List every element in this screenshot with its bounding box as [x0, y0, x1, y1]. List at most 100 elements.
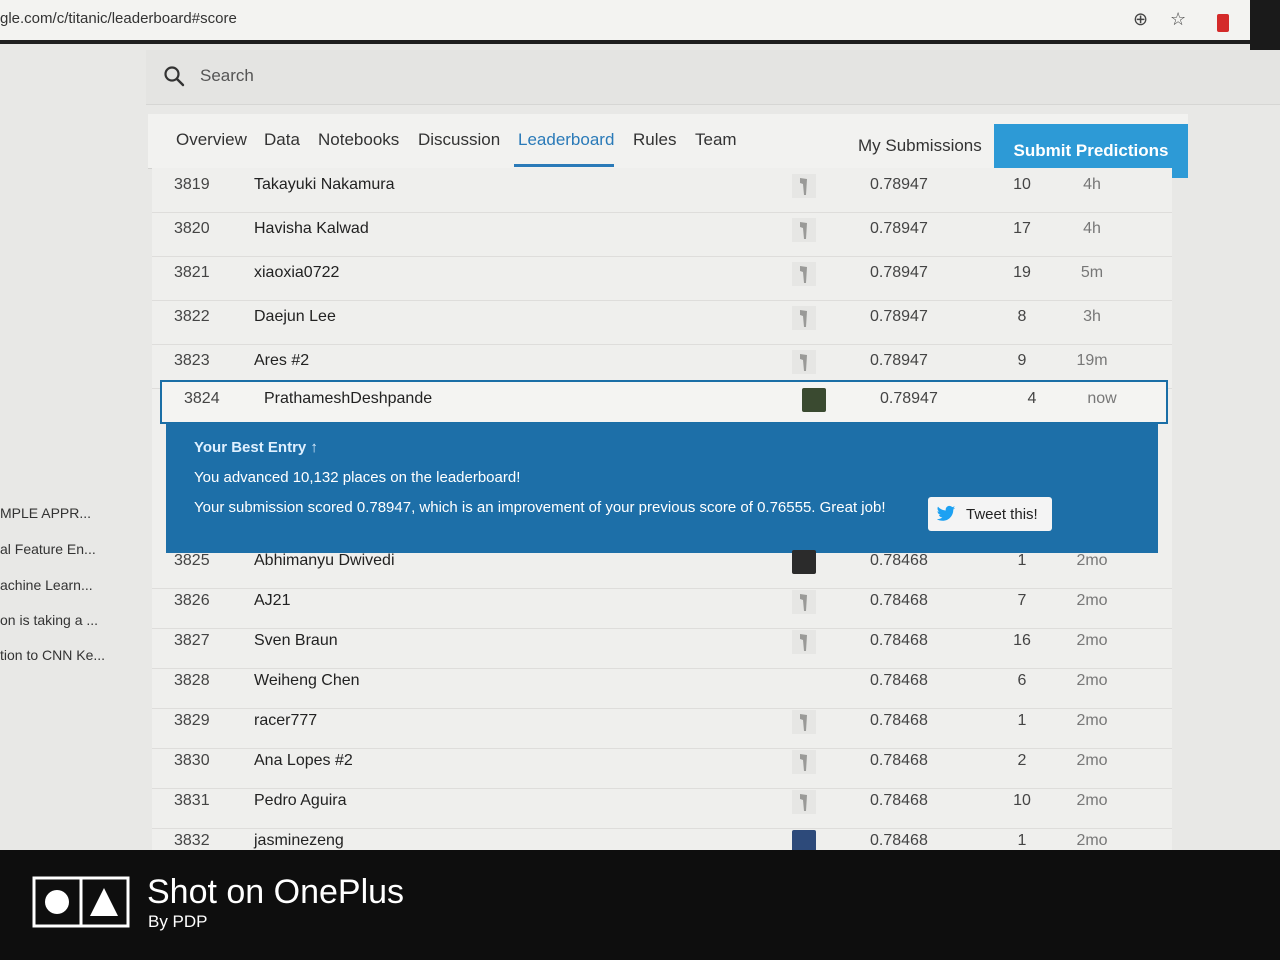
team-name[interactable]: Sven Braun — [254, 632, 338, 650]
rank: 3823 — [174, 352, 210, 369]
rank: 3824 — [184, 390, 220, 407]
rank: 3827 — [174, 632, 210, 649]
rank: 3826 — [174, 592, 210, 609]
default-avatar-icon — [792, 590, 816, 614]
score: 0.78468 — [870, 552, 928, 569]
tab-team[interactable]: Team — [695, 130, 737, 150]
default-avatar-icon — [792, 218, 816, 242]
score: 0.78947 — [870, 308, 928, 325]
score: 0.78947 — [870, 220, 928, 237]
last-submission: 2mo — [1076, 792, 1108, 809]
default-avatar-icon — [792, 710, 816, 734]
tab-discussion[interactable]: Discussion — [418, 130, 500, 150]
leaderboard-row[interactable]: 3830 Ana Lopes #2 0.78468 2 2mo — [152, 744, 1172, 789]
team-name[interactable]: xiaoxia0722 — [254, 264, 339, 282]
team-name[interactable]: racer777 — [254, 712, 317, 730]
last-submission: 19m — [1076, 352, 1108, 369]
site-search-bar[interactable]: Search — [146, 50, 1280, 105]
sidebar-notebook-item[interactable]: al Feature En... — [0, 541, 96, 557]
leaderboard-row[interactable]: 3825 Abhimanyu Dwivedi 0.78468 1 2mo — [152, 544, 1172, 589]
entries-count: 4 — [1027, 390, 1037, 407]
team-name[interactable]: Havisha Kalwad — [254, 220, 369, 238]
last-submission: now — [1087, 390, 1117, 407]
rank: 3820 — [174, 220, 210, 237]
default-avatar-icon — [792, 350, 816, 374]
rank: 3819 — [174, 176, 210, 193]
leaderboard-row[interactable]: 3828 Weiheng Chen 0.78468 6 2mo — [152, 664, 1172, 709]
rank: 3829 — [174, 712, 210, 729]
entries-count: 16 — [1013, 632, 1031, 649]
entries-count: 2 — [1017, 752, 1027, 769]
last-submission: 4h — [1083, 176, 1101, 193]
entries-count: 6 — [1017, 672, 1027, 689]
last-submission: 4h — [1083, 220, 1101, 237]
team-name[interactable]: Daejun Lee — [254, 308, 336, 326]
my-leaderboard-row[interactable]: 3824 PrathameshDeshpande 0.78947 4 now — [160, 380, 1168, 424]
sidebar-notebook-item[interactable]: tion to CNN Ke... — [0, 647, 105, 663]
last-submission: 2mo — [1076, 832, 1108, 849]
last-submission: 3h — [1083, 308, 1101, 325]
team-name[interactable]: jasminezeng — [254, 832, 344, 850]
entries-count: 9 — [1017, 352, 1027, 369]
leaderboard-row[interactable]: 3821 xiaoxia0722 0.78947 19 5m — [152, 256, 1172, 301]
search-placeholder: Search — [200, 66, 254, 85]
team-name[interactable]: Pedro Aguira — [254, 792, 347, 810]
twitter-bird-icon — [936, 505, 956, 521]
leaderboard-row[interactable]: 3826 AJ21 0.78468 7 2mo — [152, 584, 1172, 629]
search-icon — [164, 66, 185, 87]
tab-data[interactable]: Data — [264, 130, 300, 150]
score: 0.78468 — [870, 632, 928, 649]
leaderboard-row[interactable]: 3819 Takayuki Nakamura 0.78947 10 4h — [152, 168, 1172, 213]
best-entry-title: Your Best Entry ↑ — [194, 439, 318, 456]
score: 0.78947 — [870, 352, 928, 369]
competition-tabs: Overview Data Notebooks Discussion Leade… — [148, 114, 1188, 178]
tweet-button[interactable]: Tweet this! — [928, 497, 1052, 531]
entries-count: 10 — [1013, 792, 1031, 809]
tab-notebooks[interactable]: Notebooks — [318, 130, 399, 150]
score: 0.78947 — [870, 176, 928, 193]
leaderboard-row[interactable]: 3829 racer777 0.78468 1 2mo — [152, 704, 1172, 749]
browser-url-bar: gle.com/c/titanic/leaderboard#score ⊕ ☆ — [0, 0, 1280, 44]
rank: 3830 — [174, 752, 210, 769]
user-avatar[interactable] — [802, 388, 826, 412]
last-submission: 2mo — [1076, 592, 1108, 609]
advanced-message: You advanced 10,132 places on the leader… — [194, 469, 521, 486]
entries-count: 8 — [1017, 308, 1027, 325]
team-name[interactable]: Abhimanyu Dwivedi — [254, 552, 395, 570]
rank: 3821 — [174, 264, 210, 281]
sidebar-notebook-item[interactable]: MPLE APPR... — [0, 505, 91, 521]
team-name[interactable]: Ares #2 — [254, 352, 309, 370]
my-submissions-link[interactable]: My Submissions — [858, 136, 982, 156]
address-bar-url[interactable]: gle.com/c/titanic/leaderboard#score — [0, 10, 237, 27]
last-submission: 2mo — [1076, 632, 1108, 649]
sidebar-notebook-item[interactable]: on is taking a ... — [0, 612, 98, 628]
bookmark-star-icon[interactable]: ☆ — [1170, 9, 1186, 30]
score: 0.78947 — [880, 390, 938, 407]
active-tab-indicator — [514, 164, 614, 167]
team-name[interactable]: Takayuki Nakamura — [254, 176, 395, 194]
tab-rules[interactable]: Rules — [633, 130, 676, 150]
leaderboard-row[interactable]: 3831 Pedro Aguira 0.78468 10 2mo — [152, 784, 1172, 829]
entries-count: 19 — [1013, 264, 1031, 281]
default-avatar-icon — [792, 262, 816, 286]
tab-overview[interactable]: Overview — [176, 130, 247, 150]
extension-icon[interactable] — [1217, 14, 1229, 32]
user-avatar[interactable] — [792, 550, 816, 574]
leaderboard-row[interactable]: 3820 Havisha Kalwad 0.78947 17 4h — [152, 212, 1172, 257]
last-submission: 2mo — [1076, 672, 1108, 689]
watermark-title: Shot on OnePlus — [147, 873, 405, 911]
team-name[interactable]: Weiheng Chen — [254, 672, 360, 690]
default-avatar-icon — [792, 306, 816, 330]
screen-bezel — [1250, 0, 1280, 56]
tab-leaderboard[interactable]: Leaderboard — [518, 130, 614, 150]
leaderboard-row[interactable]: 3827 Sven Braun 0.78468 16 2mo — [152, 624, 1172, 669]
team-name[interactable]: AJ21 — [254, 592, 290, 610]
score: 0.78468 — [870, 592, 928, 609]
team-name[interactable]: PrathameshDeshpande — [264, 390, 432, 408]
default-avatar-icon — [792, 790, 816, 814]
improvement-message: Your submission scored 0.78947, which is… — [194, 499, 886, 516]
add-page-icon[interactable]: ⊕ — [1133, 9, 1148, 30]
sidebar-notebook-item[interactable]: achine Learn... — [0, 577, 93, 593]
team-name[interactable]: Ana Lopes #2 — [254, 752, 353, 770]
leaderboard-row[interactable]: 3822 Daejun Lee 0.78947 8 3h — [152, 300, 1172, 345]
